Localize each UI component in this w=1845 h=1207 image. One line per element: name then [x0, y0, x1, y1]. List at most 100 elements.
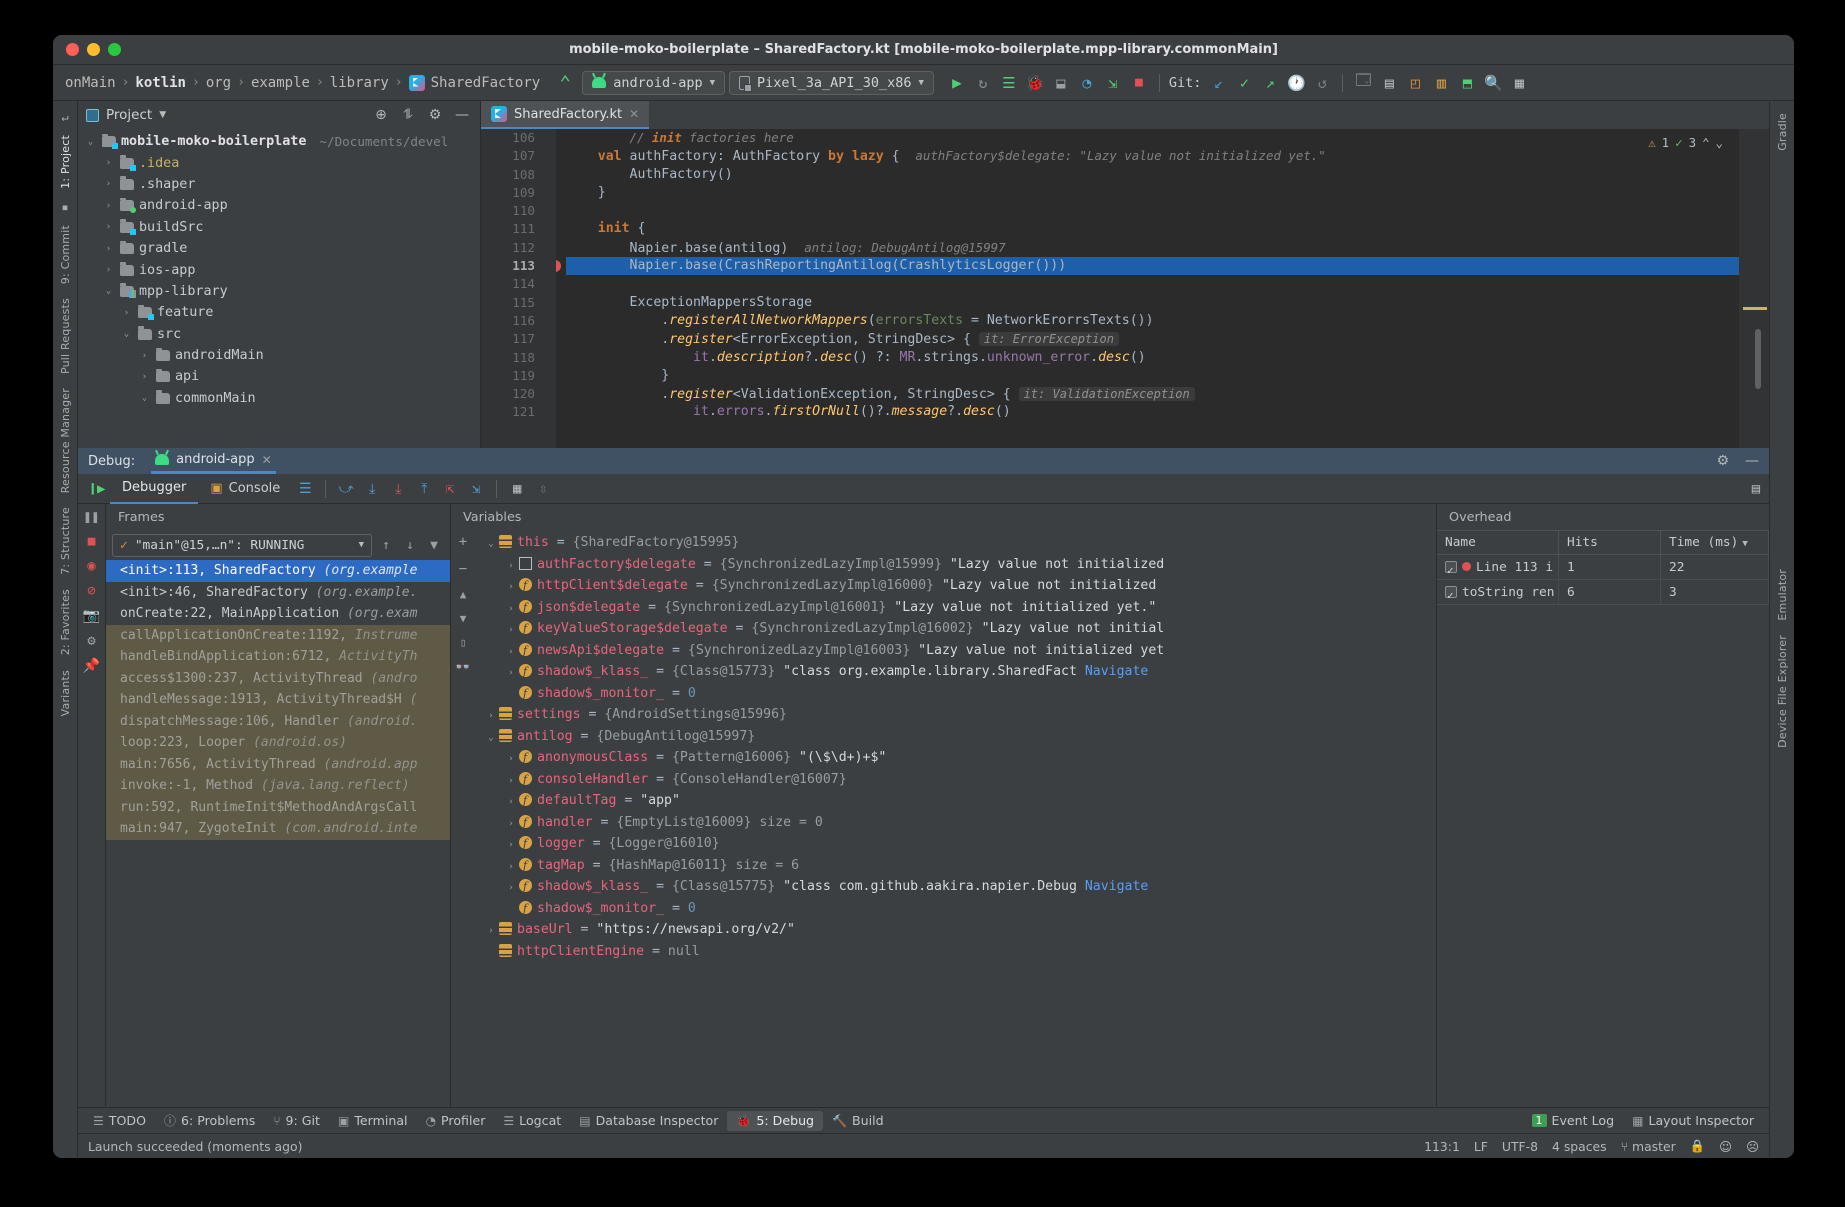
navigate-link[interactable]: Navigate — [1085, 664, 1149, 679]
layout-inspector-icon[interactable]: ◰ — [1402, 70, 1428, 96]
step-out-icon[interactable]: ⤒ — [411, 476, 437, 502]
force-step-into-icon[interactable]: ⤓ — [385, 476, 411, 502]
hide-sidebar-icon[interactable]: ↵ — [61, 110, 68, 124]
expand-twisty-icon[interactable]: › — [503, 577, 519, 599]
add-watch-icon[interactable]: + — [459, 534, 467, 550]
tree-row[interactable]: ⌄ mpp-library — [78, 281, 480, 302]
code-line[interactable]: } — [566, 367, 1769, 385]
expand-twisty-icon[interactable]: ⌄ — [138, 393, 151, 403]
mute-breakpoints-icon[interactable]: ⊘ — [87, 583, 95, 599]
expand-twisty-icon[interactable]: › — [138, 372, 151, 382]
variable-row[interactable]: › baseUrl = "https://newsapi.org/v2/" — [475, 919, 1436, 941]
avd-manager-icon[interactable]: 🗔 — [1350, 70, 1376, 96]
make-project-icon[interactable]: ⌃ — [552, 70, 578, 96]
code-line[interactable]: init { — [566, 220, 1769, 238]
variable-row[interactable]: ›shadow$_klass_ = {Class@15773} "class o… — [475, 661, 1436, 683]
tree-row[interactable]: › api — [78, 366, 480, 387]
code-line[interactable] — [566, 275, 1769, 293]
tool-button-database-inspector[interactable]: ▤ Database Inspector — [570, 1111, 727, 1131]
sidebar-item-structure[interactable]: 7: Structure — [59, 501, 72, 581]
feedback-frown-icon[interactable]: ☹ — [1746, 1139, 1759, 1154]
line-number[interactable]: 114 — [481, 275, 543, 293]
frame-item[interactable]: access$1300:237, ActivityThread (andro — [106, 667, 450, 689]
filter-frames-icon[interactable]: ▼ — [424, 538, 444, 553]
frame-item[interactable]: handleMessage:1913, ActivityThread$H ( — [106, 689, 450, 711]
close-window-button[interactable] — [66, 43, 79, 56]
line-number[interactable]: 115 — [481, 294, 543, 312]
caret-position[interactable]: 113:1 — [1424, 1139, 1460, 1154]
frame-item[interactable]: main:947, ZygoteInit (com.android.inte — [106, 818, 450, 840]
inspect-icon[interactable]: 👓 — [455, 660, 471, 675]
expand-twisty-icon[interactable]: ⌄ — [483, 728, 499, 750]
overhead-column-header[interactable]: Name — [1437, 530, 1559, 555]
tree-row[interactable]: › androidMain — [78, 345, 480, 366]
line-number-gutter[interactable]: 1061071081091101111121131141151161171181… — [481, 129, 561, 448]
settings-icon[interactable]: ⚙ — [87, 633, 95, 649]
line-number[interactable]: 111 — [481, 220, 543, 238]
code-line[interactable]: it.description?.desc() ?: MR.strings.unk… — [566, 349, 1769, 367]
line-number[interactable]: 120 — [481, 385, 543, 403]
overhead-row[interactable]: Line 113 i122 — [1437, 554, 1769, 580]
code-lines[interactable]: // init factories here val authFactory: … — [556, 129, 1769, 448]
expand-twisty-icon[interactable]: › — [102, 222, 115, 232]
code-folding-column[interactable] — [543, 129, 556, 448]
tree-row[interactable]: › ios-app — [78, 259, 480, 280]
sidebar-item-variants[interactable]: Variants — [59, 664, 72, 722]
screenshot-icon[interactable]: 📷 — [83, 608, 100, 624]
settings-panel-icon[interactable]: ▦ — [1506, 70, 1532, 96]
frame-item[interactable]: loop:223, Looper (android.os) — [106, 732, 450, 754]
frame-up-icon[interactable]: ↑ — [376, 538, 396, 553]
tree-row[interactable]: ⌄ commonMain — [78, 388, 480, 409]
code-line[interactable]: ExceptionMappersStorage — [566, 294, 1769, 312]
line-number[interactable]: 117 — [481, 330, 543, 348]
tool-button-layout-inspector[interactable]: ▦ Layout Inspector — [1623, 1111, 1763, 1131]
file-encoding[interactable]: UTF-8 — [1502, 1139, 1538, 1154]
overhead-name-cell[interactable]: Line 113 i — [1437, 554, 1559, 580]
sdk-manager-icon[interactable]: ▤ — [1376, 70, 1402, 96]
expand-twisty-icon[interactable]: › — [503, 771, 519, 793]
git-push-icon[interactable]: ↗ — [1257, 70, 1283, 96]
variable-row[interactable]: ›consoleHandler = {ConsoleHandler@16007} — [475, 769, 1436, 791]
tree-row-root[interactable]: ⌄ mobile-moko-boilerplate ~/Documents/de… — [78, 131, 480, 152]
checkbox[interactable] — [1445, 558, 1457, 580]
tool-window-bar[interactable]: ☰ TODO ⓘ 6: Problems ⑂ 9: Git ▣ Terminal ◔ Profil… — [78, 1107, 1769, 1133]
tool-button-terminal[interactable]: ▣ Terminal — [329, 1111, 417, 1131]
tree-row[interactable]: › buildSrc — [78, 217, 480, 238]
tab-sharedfactory-kt[interactable]: SharedFactory.kt ✕ — [481, 101, 650, 129]
chevron-up-icon[interactable]: ⌃ — [1702, 135, 1709, 150]
expand-twisty-icon[interactable]: › — [102, 244, 115, 254]
line-number[interactable]: 119 — [481, 367, 543, 385]
expand-twisty-icon[interactable]: › — [102, 265, 115, 275]
sort-values-icon[interactable]: ⇳ — [530, 476, 556, 502]
expand-twisty-icon[interactable]: › — [138, 351, 151, 361]
inspection-widget[interactable]: ⚠ 1 ✓ 3 ⌃ ⌄ — [1648, 135, 1723, 150]
code-line[interactable]: // init factories here — [566, 129, 1769, 147]
tree-row[interactable]: › android-app — [78, 195, 480, 216]
move-up-icon[interactable]: ▲ — [460, 588, 467, 601]
frame-down-icon[interactable]: ↓ — [400, 538, 420, 553]
hide-panel-icon[interactable]: — — [452, 107, 472, 123]
variable-row[interactable]: ⌄ antilog = {DebugAntilog@15997} — [475, 726, 1436, 748]
git-branch[interactable]: ⑂ master — [1621, 1139, 1676, 1154]
step-into-icon[interactable]: ⤓ — [359, 476, 385, 502]
search-icon[interactable]: 🔍 — [1480, 70, 1506, 96]
view-breakpoints-icon[interactable]: ◉ — [87, 558, 95, 574]
code-line[interactable]: .register<ValidationException, StringDes… — [566, 385, 1769, 403]
expand-twisty-icon[interactable]: › — [503, 663, 519, 685]
git-update-icon[interactable]: ↙ — [1205, 70, 1231, 96]
sidebar-item-emulator[interactable]: Emulator — [1776, 563, 1789, 627]
variable-row[interactable]: shadow$_monitor_ = 0 — [475, 898, 1436, 919]
expand-twisty-icon[interactable]: ⌄ — [102, 286, 115, 296]
variable-row[interactable]: ›httpClient$delegate = {SynchronizedLazy… — [475, 575, 1436, 597]
tool-button-6-problems[interactable]: ⓘ 6: Problems — [155, 1111, 264, 1131]
move-down-icon[interactable]: ▼ — [460, 612, 467, 625]
sidebar-item-commit[interactable]: 9: Commit — [59, 219, 72, 290]
expand-twisty-icon[interactable]: › — [120, 308, 133, 318]
variable-row[interactable]: ›handler = {EmptyList@16009} size = 0 — [475, 812, 1436, 834]
code-line[interactable]: val authFactory: AuthFactory by lazy { a… — [566, 147, 1769, 165]
sidebar-item-device-file-explorer[interactable]: Device File Explorer — [1776, 629, 1789, 754]
frames-list[interactable]: <init>:113, SharedFactory (org.example <i… — [106, 560, 450, 1107]
sidebar-item-gradle[interactable]: Gradle — [1776, 107, 1789, 157]
code-line[interactable]: Napier.base(CrashReportingAntilog(Crashl… — [566, 257, 1769, 276]
variable-row[interactable]: ›tagMap = {HashMap@16011} size = 6 — [475, 855, 1436, 877]
